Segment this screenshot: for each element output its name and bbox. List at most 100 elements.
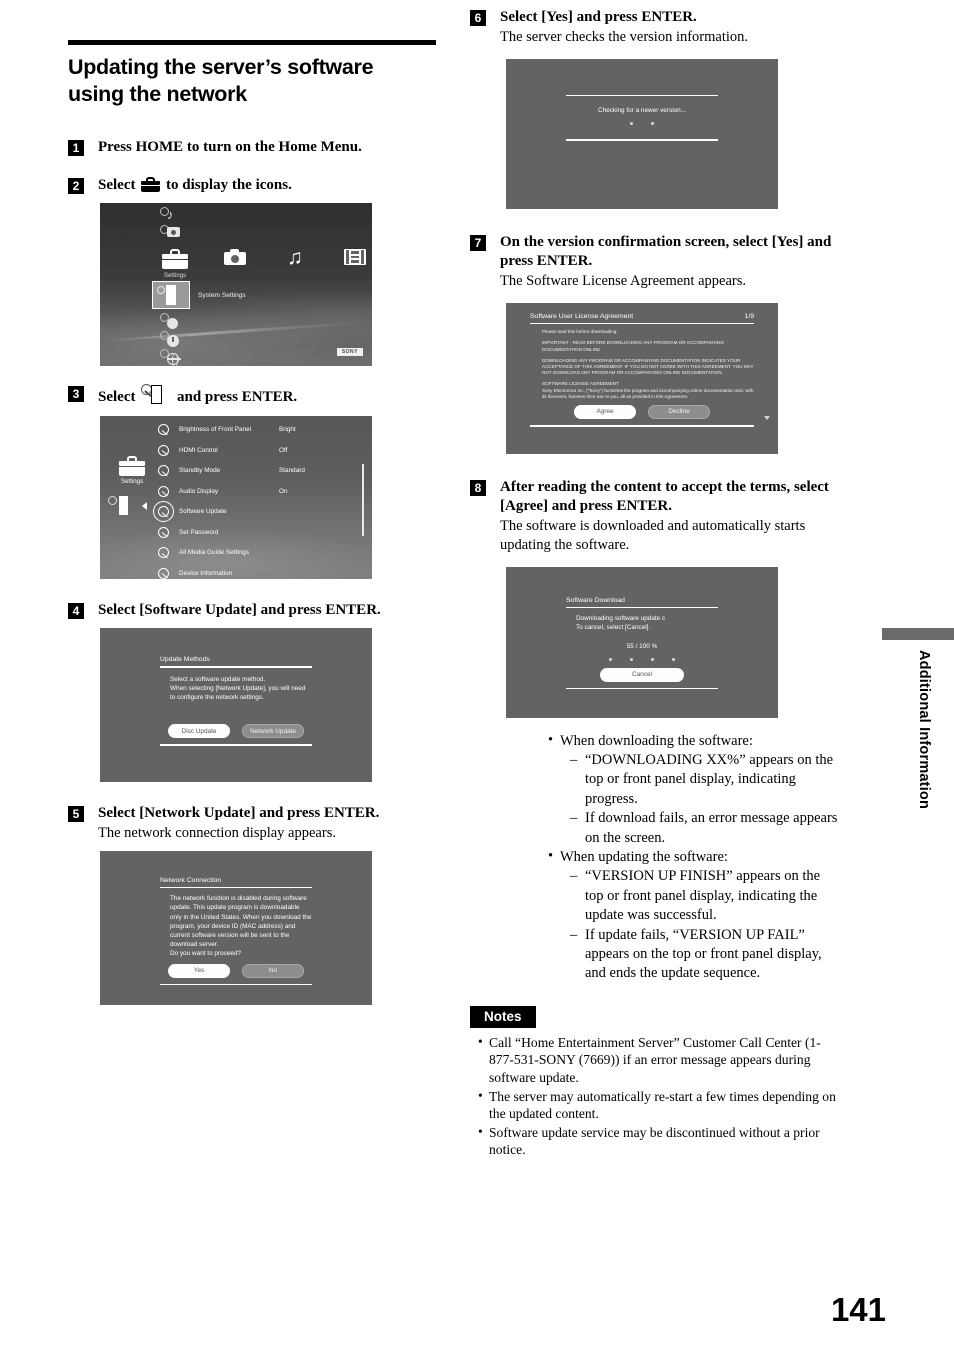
step-6-title: Select [Yes] and press ENTER. xyxy=(500,9,697,25)
step-3-text-before: Select xyxy=(98,389,136,405)
yes-button[interactable]: Yes xyxy=(168,963,230,978)
xmb-ghost-network-icon xyxy=(160,349,182,366)
step-8-desc: The software is downloaded and automatic… xyxy=(500,517,806,553)
table-row-selected[interactable]: Software Update xyxy=(153,501,362,523)
table-row[interactable]: All Media Guide Settings xyxy=(158,543,362,564)
software-download-screenshot: Software Download Downloading software u… xyxy=(506,566,778,718)
progress-dot xyxy=(651,657,654,661)
left-column: Updating the server’s software using the… xyxy=(68,40,440,1005)
list-item: Software update service may be discontin… xyxy=(478,1123,842,1159)
license-paragraph: Sony Electronics Inc, ("Sony") furnishes… xyxy=(542,387,754,399)
dialog-buttons: Agree Decline xyxy=(530,404,754,419)
progress-dot xyxy=(609,657,612,661)
wrench-icon xyxy=(158,444,169,456)
setting-name: Brightness of Front Panel xyxy=(179,426,252,434)
license-agreement-screenshot: Software User License Agreement 1/9 Plea… xyxy=(506,302,778,454)
table-row[interactable]: Standby Mode Standard xyxy=(158,461,362,482)
table-row[interactable]: Device Information xyxy=(158,563,362,579)
dialog-bottom-rule xyxy=(160,744,312,746)
wrench-icon xyxy=(158,485,169,497)
setting-name: Device Information xyxy=(179,569,233,577)
manual-page: Updating the server’s software using the… xyxy=(0,0,954,1351)
checking-dialog: Checking for a newer version... xyxy=(566,94,718,141)
download-dialog: Software Download Downloading software u… xyxy=(566,597,718,690)
checking-message: Checking for a newer version... xyxy=(597,107,687,115)
disc-update-button[interactable]: Disc Update xyxy=(168,724,230,739)
agree-button[interactable]: Agree xyxy=(574,404,636,419)
step-number-2: 2 xyxy=(68,177,84,194)
toolbox-icon xyxy=(162,249,188,269)
license-paragraph: IMPORTANT - READ BEFORE DOWNLOADING ANY … xyxy=(542,340,725,352)
decline-button[interactable]: Decline xyxy=(648,404,710,419)
side-tab-bar xyxy=(882,628,954,640)
cancel-button[interactable]: Cancel xyxy=(600,667,684,682)
table-row[interactable]: Audio Display On xyxy=(158,481,362,502)
license-paragraph: DOWNLOADING ANY PROGRAM OR ACCOMPANYING … xyxy=(542,357,754,376)
step-3: 3 Select and press ENTER. xyxy=(68,384,440,408)
progress-dot xyxy=(651,122,654,126)
camera-icon xyxy=(224,249,246,265)
step-6: 6 Select [Yes] and press ENTER. The serv… xyxy=(470,8,842,47)
notes-list: Call “Home Entertainment Server” Custome… xyxy=(478,1033,842,1159)
network-update-button[interactable]: Network Update xyxy=(242,724,304,739)
xmb-category-photo[interactable] xyxy=(218,249,252,265)
left-arrow-icon xyxy=(142,501,147,510)
table-row[interactable]: Set Password xyxy=(158,522,362,543)
xmb-selected-item[interactable]: System Settings xyxy=(152,281,246,309)
list-item: If update fails, “VERSION UP FAIL” appea… xyxy=(570,926,842,984)
side-tab-label: Additional Information xyxy=(916,650,932,810)
chevron-down-icon[interactable] xyxy=(764,415,770,420)
version-check-screenshot: Checking for a newer version... xyxy=(506,58,778,209)
license-intro: Please read this before downloading: xyxy=(542,329,618,335)
step-number-5: 5 xyxy=(68,806,84,822)
xmb-category-settings-label: Settings xyxy=(163,272,187,279)
notes-section: Notes Call “Home Entertainment Server” C… xyxy=(470,1005,842,1159)
no-button[interactable]: No xyxy=(242,963,304,978)
toolbox-icon xyxy=(119,455,145,476)
system-settings-icon xyxy=(141,384,171,404)
xmb-category-video[interactable] xyxy=(338,249,372,265)
table-row[interactable]: Brightness of Front Panel Bright xyxy=(158,420,362,441)
dialog-bottom-rule xyxy=(160,983,312,986)
page-indicator: 1/9 xyxy=(744,312,754,320)
step-number-8: 8 xyxy=(470,479,486,496)
table-row[interactable]: HDMI Control Off xyxy=(158,440,362,461)
dialog-buttons: Cancel xyxy=(566,667,718,682)
xmb-ghost-music-icon: ♪ xyxy=(160,207,182,225)
dialog-title: Network Connection xyxy=(160,876,222,884)
step-number-1: 1 xyxy=(68,140,84,156)
step-4: 4 Select [Software Update] and press ENT… xyxy=(68,601,440,621)
bullet-text: When downloading the software: xyxy=(560,732,753,749)
notes-badge: Notes xyxy=(470,1005,536,1028)
step-8-title: After reading the content to accept the … xyxy=(500,478,829,515)
list-item: The server may automatically re-start a … xyxy=(478,1087,842,1123)
side-tab: Additional Information xyxy=(882,628,954,809)
step-number-7: 7 xyxy=(470,234,486,251)
dialog-title: Software Download xyxy=(566,596,625,604)
setting-name: All Media Guide Settings xyxy=(179,549,249,557)
wrench-icon xyxy=(158,465,169,477)
setting-name: Set Password xyxy=(179,528,219,536)
license-dialog: Software User License Agreement 1/9 Plea… xyxy=(530,313,754,427)
dialog-bottom-rule xyxy=(566,139,718,141)
settings-category-column: Settings xyxy=(108,455,156,485)
list-item: “VERSION UP FINISH” appears on the top o… xyxy=(570,867,842,925)
scrollbar[interactable] xyxy=(362,463,364,536)
step-8: 8 After reading the content to accept th… xyxy=(470,478,842,555)
page-title: Updating the server’s software using the… xyxy=(68,55,374,106)
license-header: Software User License Agreement 1/9 xyxy=(530,313,754,323)
xmb-category-settings[interactable]: Settings xyxy=(158,249,192,279)
step-number-3: 3 xyxy=(68,386,84,402)
sony-logo-badge: SONY xyxy=(336,348,363,356)
update-methods-dialog: Update Methods Select a software update … xyxy=(160,656,312,746)
settings-row-list: Brightness of Front Panel Bright HDMI Co… xyxy=(153,420,362,579)
info-sub-list: “VERSION UP FINISH” appears on the top o… xyxy=(570,867,842,983)
dialog-top-rule xyxy=(566,94,718,97)
progress-text: 55 / 100 % xyxy=(626,642,658,650)
xmb-category-music[interactable]: ♫ xyxy=(278,247,312,268)
right-column: 6 Select [Yes] and press ENTER. The serv… xyxy=(470,9,842,1160)
wrench-icon xyxy=(158,567,169,579)
progress-dot xyxy=(672,657,675,661)
toolbox-icon xyxy=(141,176,161,192)
list-item: If download fails, an error message appe… xyxy=(570,809,842,848)
